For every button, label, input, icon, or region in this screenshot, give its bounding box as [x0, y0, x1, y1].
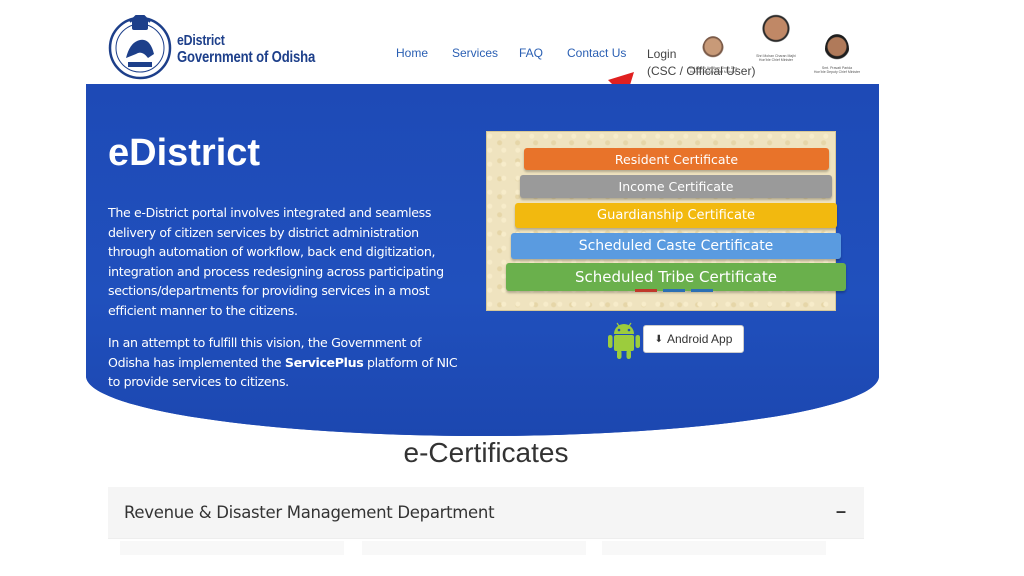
- leader-2-role: Hon'ble Chief Minister: [758, 58, 794, 62]
- android-icon[interactable]: [606, 320, 642, 360]
- leader-portrait-3: Smt. Pravati Parida Hon'ble Deputy Chief…: [812, 34, 862, 74]
- leader-portrait-2: Shri Mohan Charan Majhi Hon'ble Chief Mi…: [748, 14, 804, 62]
- slider-dot[interactable]: [635, 289, 657, 292]
- service-card-placeholder: [602, 541, 826, 555]
- collapse-icon[interactable]: –: [836, 501, 846, 522]
- accordion-label: Revenue & Disaster Management Department: [124, 503, 495, 522]
- android-app-label: Android App: [667, 332, 733, 346]
- cert-bar-scheduled-tribe: Scheduled Tribe Certificate: [506, 263, 846, 291]
- download-icon: ⬇: [654, 333, 663, 345]
- leader-1-role: Hon'ble Deputy Chief Minister: [689, 70, 737, 74]
- hero-paragraph-1: The e-District portal involves integrate…: [108, 205, 444, 318]
- accordion-revenue-dept[interactable]: Revenue & Disaster Management Department…: [108, 487, 864, 539]
- nav-services[interactable]: Services: [452, 46, 498, 60]
- odisha-emblem-icon[interactable]: [108, 14, 172, 80]
- cert-bar-income: Income Certificate: [520, 175, 832, 198]
- service-card-placeholder: [362, 541, 586, 555]
- cert-bar-resident: Resident Certificate: [524, 148, 829, 170]
- slider-dot[interactable]: [663, 289, 685, 292]
- cert-bar-guardianship: Guardianship Certificate: [515, 203, 837, 228]
- nav-faq[interactable]: FAQ: [519, 46, 543, 60]
- hero-banner: eDistrict The e-District portal involves…: [86, 84, 879, 436]
- leader-3-role: Hon'ble Deputy Chief Minister: [813, 70, 861, 74]
- serviceplus-text: ServicePlus: [284, 354, 364, 370]
- hero-paragraph-2: In an attempt to fulfill this vision, th…: [108, 335, 458, 390]
- cert-bar-scheduled-caste: Scheduled Caste Certificate: [511, 233, 841, 259]
- site-header: eDistrict Government of Odisha Home Serv…: [0, 0, 1024, 120]
- android-app-button[interactable]: ⬇ Android App: [643, 325, 744, 353]
- section-title: e-Certificates: [403, 437, 569, 468]
- slider-dot[interactable]: [691, 289, 713, 292]
- hero-title: eDistrict: [108, 132, 261, 174]
- nav-home[interactable]: Home: [396, 46, 428, 60]
- nav-contact-us[interactable]: Contact Us: [567, 46, 626, 60]
- service-card-placeholder: [120, 541, 344, 555]
- leader-portrait-1: Shri Kanak Vardhan Singh Deo Hon'ble Dep…: [688, 36, 738, 74]
- brand-line-1: eDistrict: [177, 32, 225, 49]
- site-logo-text[interactable]: eDistrict Government of Odisha: [177, 32, 345, 68]
- slider-indicators: [635, 289, 713, 292]
- certificate-slider[interactable]: Resident Certificate Income Certificate …: [486, 131, 846, 311]
- brand-line-2: Government of Odisha: [177, 49, 316, 67]
